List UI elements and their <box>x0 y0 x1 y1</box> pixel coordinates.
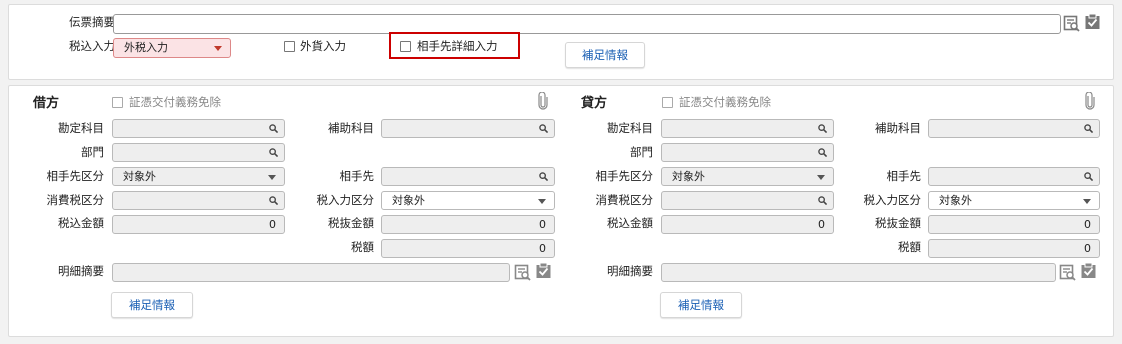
search-document-icon[interactable] <box>514 264 531 281</box>
credit-partner-type-label: 相手先区分 <box>595 169 654 183</box>
debit-tax-included-label: 税込金額 <box>58 216 104 230</box>
credit-tax-amount-label: 税額 <box>898 240 921 254</box>
search-icon[interactable] <box>1084 172 1093 181</box>
credit-department-label: 部門 <box>630 145 653 159</box>
debit-partner-label: 相手先 <box>339 169 375 183</box>
credit-supplement-button[interactable]: 補足情報 <box>660 292 742 318</box>
debit-exemption-checkbox[interactable] <box>112 97 123 108</box>
tax-input-label: 税込入力 <box>69 39 115 53</box>
credit-consumption-tax-input[interactable] <box>661 191 834 210</box>
credit-partner-label: 相手先 <box>886 169 922 183</box>
search-icon[interactable] <box>818 148 827 157</box>
clipboard-check-icon[interactable] <box>535 262 552 279</box>
chevron-down-icon <box>817 175 825 180</box>
search-icon[interactable] <box>269 124 278 133</box>
debit-sub-account-input[interactable] <box>381 119 555 138</box>
credit-sub-account-label: 補助科目 <box>875 121 921 135</box>
debit-partner-type-select[interactable]: 対象外 <box>112 167 285 186</box>
chevron-down-icon <box>538 199 546 204</box>
credit-tax-amount-input[interactable]: 0 <box>928 239 1100 258</box>
debit-department-input[interactable] <box>112 143 285 162</box>
credit-tax-included-label: 税込金額 <box>607 216 653 230</box>
debit-consumption-tax-input[interactable] <box>112 191 285 210</box>
foreign-currency-label: 外貨入力 <box>300 39 346 53</box>
debit-tax-included-input[interactable]: 0 <box>112 215 285 234</box>
debit-tax-input-type-value: 対象外 <box>392 194 425 207</box>
chevron-down-icon <box>268 175 276 180</box>
debit-department-label: 部門 <box>81 145 104 159</box>
search-icon[interactable] <box>269 196 278 205</box>
search-icon[interactable] <box>269 148 278 157</box>
credit-tax-input-type-select[interactable]: 対象外 <box>928 191 1100 210</box>
paperclip-icon[interactable] <box>1085 92 1095 110</box>
search-document-icon[interactable] <box>1059 264 1076 281</box>
debit-partner-type-value: 対象外 <box>123 170 156 183</box>
partner-detail-label: 相手先詳細入力 <box>417 39 498 53</box>
foreign-currency-checkbox[interactable] <box>284 41 295 52</box>
header-panel: 伝票摘要 税込入力 外税入力 外貨入力 相手先詳細入力 補足情報 <box>8 4 1114 80</box>
header-supplement-button[interactable]: 補足情報 <box>565 42 645 68</box>
credit-partner-type-select[interactable]: 対象外 <box>661 167 834 186</box>
debit-tax-excluded-label: 税抜金額 <box>328 216 374 230</box>
debit-partner-input[interactable] <box>381 167 555 186</box>
debit-account-label: 勘定科目 <box>58 121 104 135</box>
debit-exemption-label: 証憑交付義務免除 <box>129 95 221 109</box>
credit-exemption-checkbox[interactable] <box>662 97 673 108</box>
debit-detail-memo-input[interactable] <box>112 263 510 282</box>
debit-tax-input-type-select[interactable]: 対象外 <box>381 191 555 210</box>
credit-partner-type-value: 対象外 <box>672 170 705 183</box>
debit-detail-memo-label: 明細摘要 <box>58 264 104 278</box>
tax-input-select[interactable]: 外税入力 <box>113 38 231 58</box>
debit-account-input[interactable] <box>112 119 285 138</box>
credit-detail-memo-input[interactable] <box>661 263 1056 282</box>
clipboard-check-icon[interactable] <box>1080 262 1097 279</box>
credit-account-input[interactable] <box>661 119 834 138</box>
credit-department-input[interactable] <box>661 143 834 162</box>
debit-tax-input-type-label: 税入力区分 <box>316 193 375 207</box>
partner-detail-checkbox[interactable] <box>400 41 411 52</box>
credit-partner-input[interactable] <box>928 167 1100 186</box>
credit-tax-input-type-value: 対象外 <box>939 194 972 207</box>
debit-supplement-button[interactable]: 補足情報 <box>111 292 193 318</box>
memo-label: 伝票摘要 <box>69 15 115 29</box>
credit-account-label: 勘定科目 <box>607 121 653 135</box>
debit-sub-account-label: 補助科目 <box>328 121 374 135</box>
credit-tax-included-input[interactable]: 0 <box>661 215 834 234</box>
debit-partner-type-label: 相手先区分 <box>46 169 105 183</box>
debit-tax-excluded-input[interactable]: 0 <box>381 215 555 234</box>
search-icon[interactable] <box>818 196 827 205</box>
search-icon[interactable] <box>539 172 548 181</box>
debit-title: 借方 <box>33 96 60 111</box>
memo-input[interactable] <box>113 14 1061 34</box>
search-icon[interactable] <box>818 124 827 133</box>
debit-tax-amount-label: 税額 <box>351 240 374 254</box>
credit-tax-excluded-label: 税抜金額 <box>875 216 921 230</box>
credit-exemption-label: 証憑交付義務免除 <box>679 95 771 109</box>
paperclip-icon[interactable] <box>538 92 548 110</box>
debit-tax-amount-input[interactable]: 0 <box>381 239 555 258</box>
search-document-icon[interactable] <box>1063 15 1080 32</box>
tax-input-select-value: 外税入力 <box>124 41 168 54</box>
credit-sub-account-input[interactable] <box>928 119 1100 138</box>
credit-consumption-tax-label: 消費税区分 <box>595 193 654 207</box>
chevron-down-icon <box>214 46 222 51</box>
chevron-down-icon <box>1083 199 1091 204</box>
clipboard-check-icon[interactable] <box>1084 13 1101 30</box>
search-icon[interactable] <box>1084 124 1093 133</box>
credit-tax-excluded-input[interactable]: 0 <box>928 215 1100 234</box>
debit-consumption-tax-label: 消費税区分 <box>46 193 105 207</box>
credit-title: 貸方 <box>581 96 608 111</box>
search-icon[interactable] <box>539 124 548 133</box>
credit-detail-memo-label: 明細摘要 <box>607 264 653 278</box>
credit-tax-input-type-label: 税入力区分 <box>863 193 922 207</box>
